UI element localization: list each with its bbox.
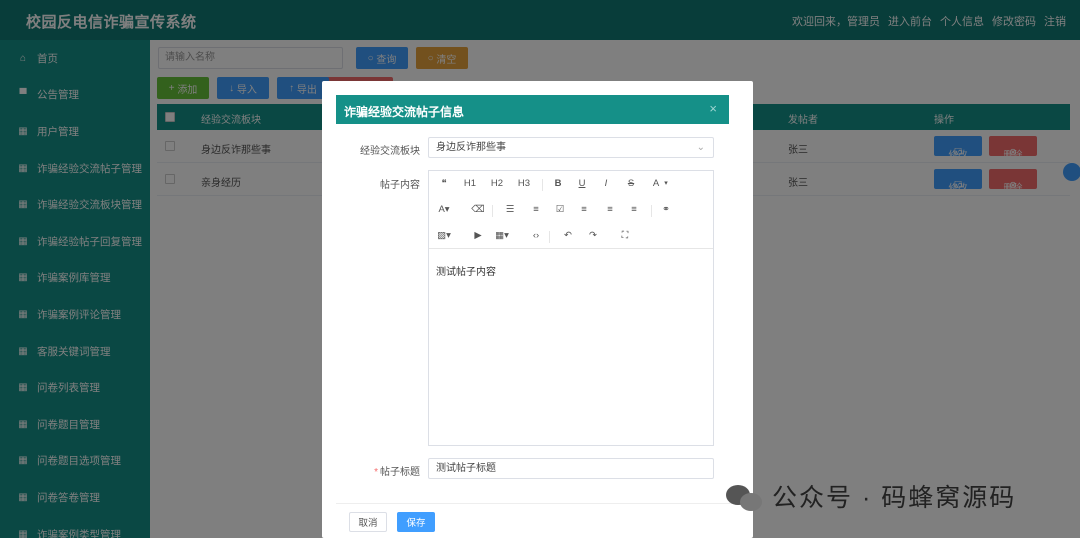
post-title-label-text: 帖子标题	[380, 467, 420, 478]
bold-button[interactable]: B	[549, 178, 567, 189]
toolbar-divider	[542, 179, 543, 191]
video-icon[interactable]: ▶	[469, 230, 487, 241]
content-label: 帖子内容	[380, 180, 420, 191]
eraser-icon[interactable]: ⌫	[469, 204, 487, 215]
justify-icon[interactable]: ≡	[625, 204, 643, 215]
dialog-title: 诈骗经验交流帖子信息	[344, 105, 465, 119]
editor-toolbar: ❝ H1 H2 H3 B U I S A ▾ A▾ ⌫ ☰ ≡ ☑ ≡ ≡ ≡ …	[429, 171, 713, 249]
h3-button[interactable]: H3	[515, 178, 533, 189]
strikethrough-button[interactable]: S	[622, 178, 640, 189]
caret-down-icon: ▾	[664, 180, 668, 187]
board-label: 经验交流板块	[360, 146, 420, 157]
cancel-button[interactable]: 取消	[349, 512, 387, 532]
italic-button[interactable]: I	[597, 178, 615, 189]
align-left-icon[interactable]: ≡	[575, 204, 593, 215]
watermark: 公众号 · 码蜂窝源码	[726, 478, 1016, 514]
post-edit-dialog: 诈骗经验交流帖子信息 × 经验交流板块 身边反诈那些事 ⌄ 帖子内容 ❝ H1 …	[322, 81, 753, 538]
close-icon[interactable]: ×	[709, 101, 717, 116]
toolbar-divider	[549, 231, 550, 243]
blockquote-icon[interactable]: ❝	[435, 178, 453, 189]
image-icon[interactable]: ▨▾	[435, 230, 453, 241]
link-icon[interactable]: ⚭	[657, 204, 675, 215]
code-icon[interactable]: ‹›	[527, 230, 545, 241]
redo-icon[interactable]: ↷	[584, 230, 602, 241]
h1-button[interactable]: H1	[461, 178, 479, 189]
h2-button[interactable]: H2	[488, 178, 506, 189]
board-select-value: 身边反诈那些事	[436, 142, 506, 153]
dialog-footer-divider	[336, 503, 739, 504]
toolbar-divider	[492, 205, 493, 217]
editor-content[interactable]: 测试帖子内容	[436, 263, 496, 278]
bullet-list-icon[interactable]: ☰	[501, 204, 519, 215]
watermark-text: 公众号 · 码蜂窝源码	[772, 484, 1017, 512]
fullscreen-icon[interactable]: ⛶	[616, 230, 634, 241]
post-title-input[interactable]: 测试帖子标题	[428, 458, 714, 479]
numbered-list-icon[interactable]: ≡	[527, 204, 545, 215]
dialog-header: 诈骗经验交流帖子信息 ×	[336, 95, 729, 124]
todo-list-icon[interactable]: ☑	[551, 204, 569, 215]
undo-icon[interactable]: ↶	[559, 230, 577, 241]
wechat-logo-icon	[726, 481, 764, 511]
underline-button[interactable]: U	[573, 178, 591, 189]
toolbar-divider	[651, 205, 652, 217]
post-title-label: * 帖子标题	[354, 463, 420, 478]
required-marker: *	[374, 467, 378, 478]
save-button[interactable]: 保存	[397, 512, 435, 532]
rich-text-editor: ❝ H1 H2 H3 B U I S A ▾ A▾ ⌫ ☰ ≡ ☑ ≡ ≡ ≡ …	[428, 170, 714, 446]
chevron-down-icon: ⌄	[696, 142, 705, 153]
board-select[interactable]: 身边反诈那些事 ⌄	[428, 137, 714, 158]
align-right-icon[interactable]: ≡	[601, 204, 619, 215]
background-color-icon[interactable]: A▾	[435, 204, 453, 215]
table-icon[interactable]: ▦▾	[493, 230, 511, 241]
